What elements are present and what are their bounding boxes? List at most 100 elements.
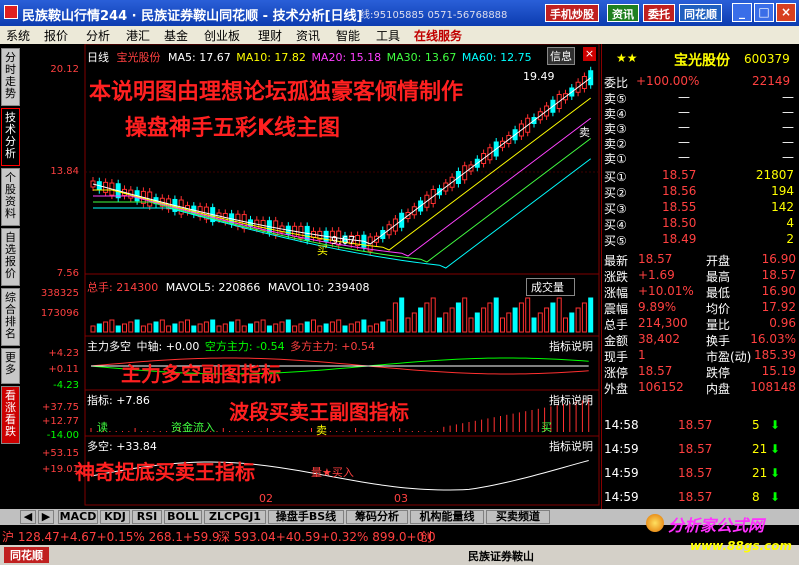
tick-row: 14:59 18.57 8 ⬇ (602, 490, 799, 505)
chart-close-icon[interactable]: × (583, 47, 596, 61)
volume-bar (285, 319, 291, 333)
sidebar-tab-watchlist[interactable]: 自选报价 (1, 228, 20, 286)
sidebar-tab-timeline[interactable]: 分时走势 (1, 48, 20, 106)
menu-quote[interactable]: 报价 (44, 27, 68, 44)
menu-system[interactable]: 系统 (6, 27, 30, 44)
indicator-tab[interactable]: 买卖频道 (486, 510, 550, 524)
stat-label: 外盘 (604, 382, 629, 396)
stat-label: 震幅 (604, 302, 629, 316)
maximize-button[interactable]: □ (754, 3, 774, 22)
menu-news[interactable]: 资讯 (296, 27, 320, 44)
info-button[interactable]: 信息 (547, 47, 575, 65)
menu-online[interactable]: 在线服务 (414, 27, 462, 44)
stat-value-2: 17.92 (761, 300, 796, 314)
buy-price: 18.55 (662, 200, 697, 214)
stat-value: 106152 (638, 380, 684, 394)
ths-button[interactable]: 同花顺 (679, 4, 722, 22)
menu-hk[interactable]: 港汇 (126, 27, 150, 44)
tick-price: 18.57 (678, 418, 713, 432)
menu-tools[interactable]: 工具 (376, 27, 400, 44)
menu-finance[interactable]: 理财 (258, 27, 282, 44)
weicha-value: 22149 (752, 74, 791, 88)
scroll-right-icon[interactable]: ▶ (38, 510, 54, 524)
stat-label-2: 开盘 (706, 254, 731, 268)
ma5-label: MA5: 17.67 (168, 51, 231, 64)
volume-bar (424, 302, 430, 333)
buy-signal-label: 买 (317, 244, 328, 257)
menu-gem[interactable]: 创业板 (204, 27, 240, 44)
ind1-help-button[interactable]: 指标说明 (549, 338, 593, 354)
volume-bar (430, 297, 436, 333)
volume-bar (90, 325, 96, 333)
indicator-tab[interactable]: 机构能量线 (410, 510, 484, 524)
stat-row: 现手 1 市盈(动) 185.39 (602, 348, 799, 364)
volume-bar (399, 297, 405, 333)
volume-bar (525, 297, 531, 333)
tick-volume: 8 (752, 490, 760, 504)
volume-bar (109, 319, 115, 333)
indicator-tab[interactable]: KDJ (100, 510, 130, 524)
volume-bar (235, 319, 241, 333)
minimize-button[interactable]: _ (732, 3, 752, 22)
menu-smart[interactable]: 智能 (336, 27, 360, 44)
close-button[interactable]: × (776, 3, 796, 22)
volume-bar (361, 319, 367, 333)
buy-volume: 4 (786, 216, 794, 230)
volume-bar (575, 307, 581, 333)
order-button[interactable]: 委托 (643, 4, 675, 22)
indicator-tab[interactable]: RSI (132, 510, 162, 524)
tick-price: 18.57 (678, 490, 713, 504)
indicator-tab[interactable]: BOLL (164, 510, 202, 524)
sidebar-tab-updown[interactable]: 看涨看跌 (1, 386, 20, 444)
volume-total: 总手: 214300 (87, 281, 159, 294)
ind1-axis-value: 中轴: +0.00 (136, 340, 200, 353)
annotation-ind1: 主力多空副图指标 (121, 362, 281, 386)
volume-bar (437, 317, 442, 333)
volume-bar (531, 317, 537, 333)
stat-row: 金额 38,402 换手 16.03% (602, 332, 799, 348)
volume-bar (481, 307, 487, 333)
ind2-help-button[interactable]: 指标说明 (549, 392, 593, 408)
ind3-help-button[interactable]: 指标说明 (549, 438, 593, 454)
scroll-left-icon[interactable]: ◀ (20, 510, 36, 524)
sell-row: 卖⑤ — — (602, 90, 799, 106)
stat-label: 最新 (604, 254, 629, 268)
high-price-label: 19.49 (523, 70, 555, 83)
stat-value: 18.57 (638, 364, 673, 378)
buy-price: 18.56 (662, 184, 697, 198)
ind1-short-value: 空方主力: -0.54 (204, 340, 285, 353)
menu-analysis[interactable]: 分析 (86, 27, 110, 44)
stat-label: 涨停 (604, 366, 629, 380)
sell-volume: — (782, 150, 794, 164)
stat-value-2: 15.19 (761, 364, 796, 378)
down-arrow-icon: ⬇ (770, 418, 781, 432)
indicator-tab[interactable]: MACD (58, 510, 98, 524)
indicator-tab[interactable]: 操盘手BS线 (268, 510, 344, 524)
chart-area[interactable]: 日线 宝光股份 MA5: 17.67 MA10: 17.82 MA20: 15.… (21, 44, 600, 509)
quote-stock-name: 宝光股份 (674, 53, 730, 69)
sz-index: 深 593.04+40.59+0.32% 899.0+0.0 (218, 530, 436, 544)
menu-fund[interactable]: 基金 (164, 27, 188, 44)
volume-bar (317, 325, 323, 333)
sidebar-tab-more[interactable]: 更多 (1, 348, 20, 384)
stat-label-2: 最高 (706, 270, 731, 284)
ind2-axis-top: +37.75 (41, 402, 79, 413)
volume-bar (115, 325, 121, 333)
stat-row: 总手 214,300 量比 0.96 (602, 316, 799, 332)
stat-label: 总手 (604, 318, 629, 332)
volume-select[interactable]: 成交量 (526, 278, 575, 296)
sidebar-tab-company[interactable]: 个股资料 (1, 168, 20, 226)
stat-value: 9.89% (638, 300, 677, 314)
sidebar-tab-ranking[interactable]: 综合排名 (1, 288, 20, 346)
indicator-tab[interactable]: ZLCPGJ1 (204, 510, 266, 524)
buy-price: 18.49 (662, 232, 697, 246)
indicator-tab[interactable]: 筹码分析 (346, 510, 408, 524)
sh-index: 沪 128.47+4.67+0.15% 268.1+59.9 (2, 530, 220, 544)
stat-value-2: 16.03% (750, 332, 796, 346)
down-arrow-icon: ⬇ (770, 466, 781, 480)
stat-row: 外盘 106152 内盘 108148 (602, 380, 799, 396)
news-button[interactable]: 资讯 (607, 4, 639, 22)
volume-bar (518, 302, 524, 333)
mobile-trade-button[interactable]: 手机炒股 (545, 4, 599, 22)
sidebar-tab-technical[interactable]: 技术分析 (1, 108, 20, 166)
